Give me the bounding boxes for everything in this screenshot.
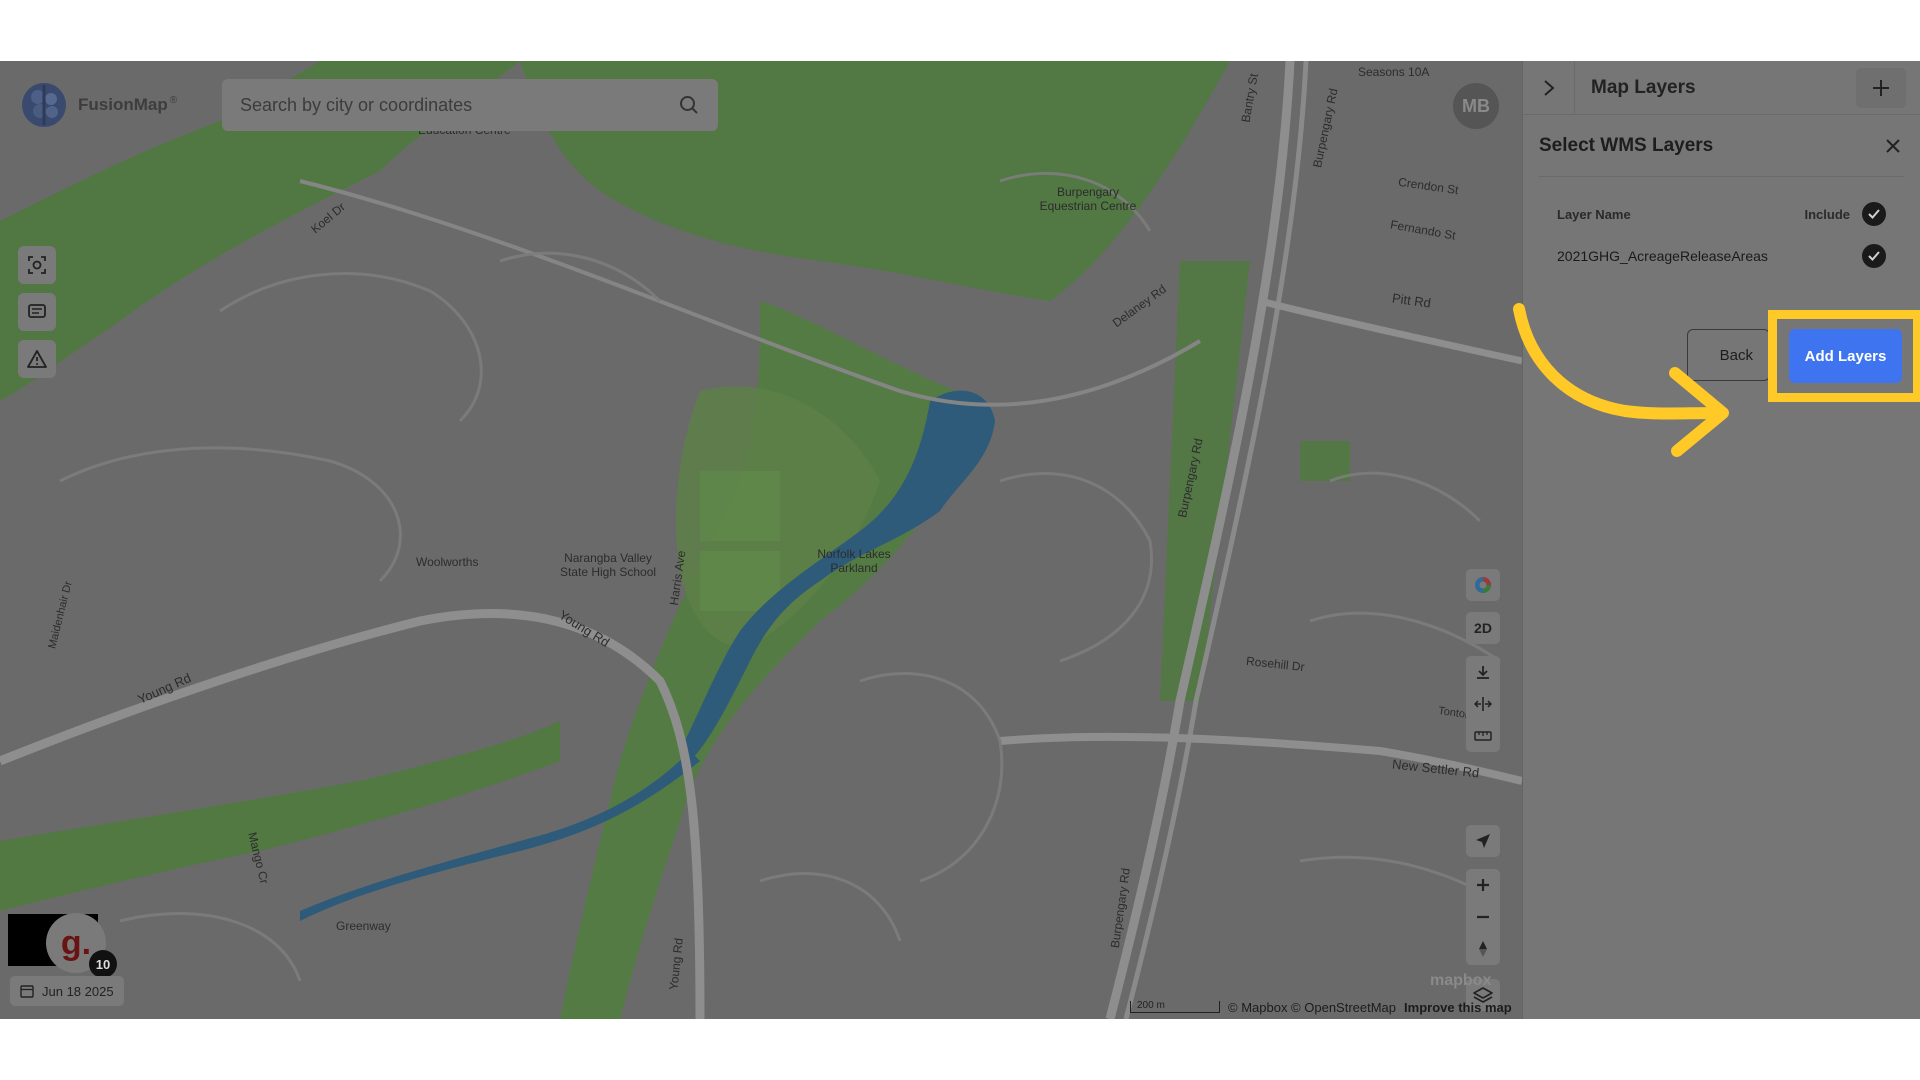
notification-count: 10	[89, 950, 117, 978]
plus-icon	[1873, 79, 1889, 96]
zoom-out-button[interactable]	[1466, 901, 1500, 933]
ruler-icon	[1474, 731, 1492, 741]
measure-button[interactable]	[1466, 720, 1500, 752]
alerts-tool-button[interactable]	[18, 340, 56, 378]
close-wms-button[interactable]	[1882, 135, 1904, 157]
view-mode-button[interactable]: 2D	[1466, 612, 1500, 644]
add-layer-button[interactable]	[1856, 67, 1906, 108]
message-icon	[28, 304, 46, 318]
calendar-icon	[20, 985, 34, 998]
layer-name-cell: 2021GHG_AcreageReleaseAreas	[1557, 248, 1768, 264]
guide-arrow-icon	[1513, 303, 1729, 457]
view-mode-control[interactable]: 2D	[1466, 612, 1500, 644]
attribution-text[interactable]: © Mapbox © OpenStreetMap	[1228, 1000, 1396, 1015]
screenshot-tool-button[interactable]	[18, 246, 56, 284]
date-chip[interactable]: Jun 18 2025	[10, 976, 124, 1006]
user-avatar[interactable]: MB	[1453, 83, 1499, 129]
chevron-right-icon	[1543, 79, 1555, 96]
color-style-button[interactable]	[1466, 569, 1500, 601]
search-input[interactable]	[240, 94, 678, 116]
map-attribution: 200 m © Mapbox © OpenStreetMap Improve t…	[1130, 997, 1512, 1017]
zoom-control-group	[1466, 869, 1500, 965]
table-row[interactable]: 2021GHG_AcreageReleaseAreas	[1539, 231, 1904, 281]
check-icon	[1868, 251, 1880, 261]
map-label-narangba-valley: Narangba Valley State High School	[559, 551, 657, 579]
logo-trademark: ®	[169, 94, 178, 106]
improve-map-link[interactable]: Improve this map	[1404, 1000, 1512, 1015]
collapse-panel-button[interactable]	[1523, 61, 1575, 115]
mapbox-logo[interactable]: mapbox	[1430, 972, 1491, 990]
comments-tool-button[interactable]	[18, 293, 56, 331]
plus-icon	[1477, 879, 1489, 891]
split-view-button[interactable]	[1466, 688, 1500, 720]
date-label: Jun 18 2025	[42, 983, 114, 999]
column-header-include: Include	[1804, 206, 1850, 222]
wms-section-header: Select WMS Layers	[1539, 115, 1904, 177]
map-basemap	[0, 61, 1522, 1019]
compass-icon	[1479, 941, 1487, 957]
tools-control-group	[1466, 656, 1500, 752]
fusionmap-logo-icon	[22, 83, 66, 127]
compass-button[interactable]	[1466, 933, 1500, 965]
minus-icon	[1477, 915, 1489, 919]
split-view-icon	[1474, 697, 1492, 711]
add-layers-button[interactable]: Add Layers	[1789, 329, 1902, 383]
warning-icon	[27, 350, 47, 368]
select-all-checkbox[interactable]	[1862, 202, 1886, 226]
zoom-in-button[interactable]	[1466, 869, 1500, 901]
close-icon	[1886, 138, 1900, 153]
search-icon[interactable]	[678, 94, 700, 116]
wms-section-title: Select WMS Layers	[1539, 134, 1714, 156]
color-wheel-icon	[1475, 577, 1491, 593]
scale-bar: 200 m	[1130, 1001, 1220, 1013]
locate-control[interactable]	[1466, 825, 1500, 857]
column-header-include-group: Include	[1804, 202, 1886, 226]
search-bar[interactable]	[222, 79, 718, 131]
map-label-woolworths: Woolworths	[416, 555, 479, 569]
map-label-norfolk-lakes: Norfolk Lakes Parkland	[817, 547, 891, 575]
app-logo[interactable]: FusionMap ®	[18, 79, 177, 131]
map-label-seasons: Seasons 10A	[1358, 65, 1430, 79]
include-layer-checkbox[interactable]	[1862, 244, 1886, 268]
screenshot-focus-icon	[28, 256, 46, 274]
map-label-equestrian-centre: Burpengary Equestrian Centre	[1039, 185, 1137, 213]
locate-button[interactable]	[1466, 825, 1500, 857]
logo-text: FusionMap	[78, 95, 168, 114]
download-button[interactable]	[1466, 656, 1500, 688]
column-header-layer-name: Layer Name	[1557, 206, 1631, 222]
map-layers-panel: Map Layers Select WMS Layers Layer Name …	[1522, 61, 1920, 1019]
map-canvas[interactable]: Education Centre Burpengary Equestrian C…	[0, 61, 1522, 1019]
table-header-row: Layer Name Include	[1539, 197, 1904, 231]
map-label-greenway: Greenway	[336, 919, 391, 933]
wms-layers-table: Layer Name Include 2021GHG_AcreageReleas…	[1539, 197, 1904, 281]
panel-header: Map Layers	[1523, 61, 1920, 115]
panel-title: Map Layers	[1591, 76, 1696, 98]
color-style-control[interactable]	[1466, 569, 1500, 601]
locate-icon	[1476, 834, 1490, 848]
app-screen: Education Centre Burpengary Equestrian C…	[0, 61, 1920, 1019]
download-icon	[1477, 666, 1489, 679]
check-icon	[1868, 209, 1880, 219]
